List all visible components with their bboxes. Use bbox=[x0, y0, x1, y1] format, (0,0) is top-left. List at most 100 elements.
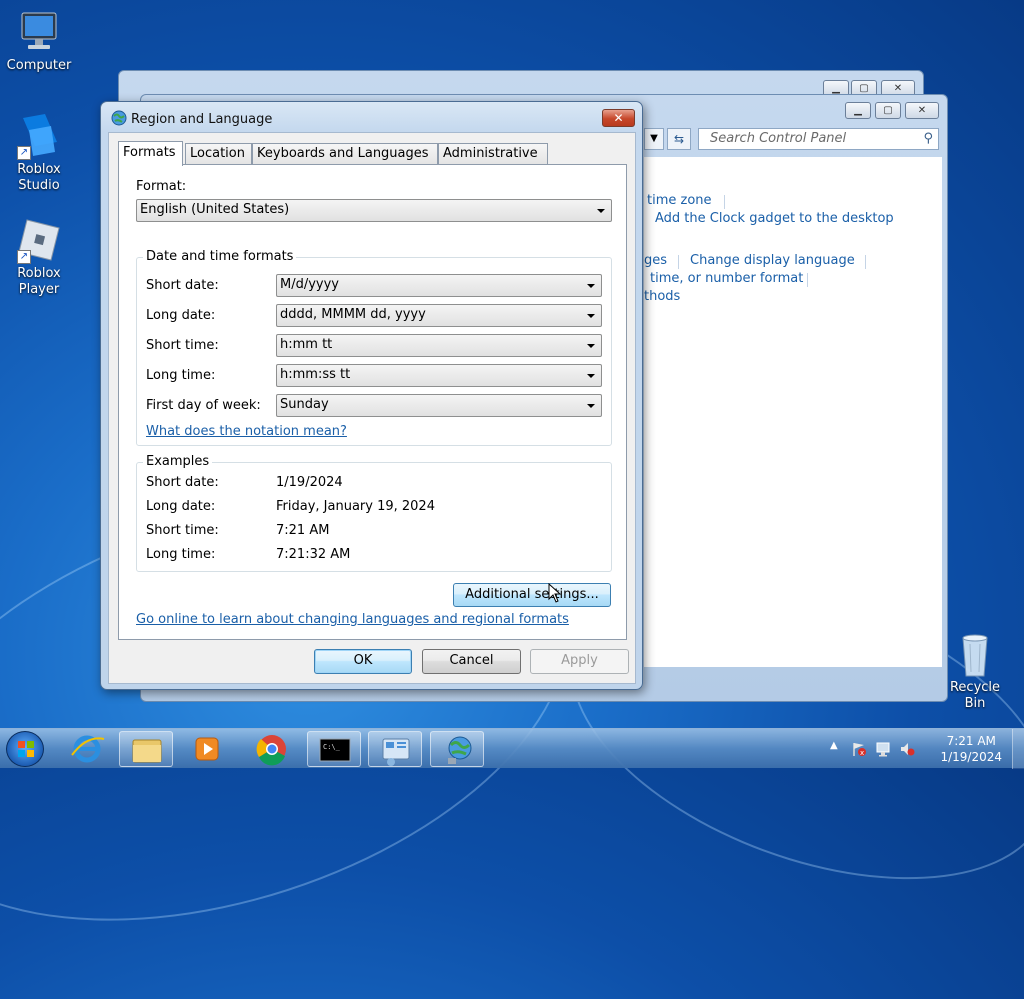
desktop-icon-label: Roblox Studio bbox=[17, 162, 61, 193]
terminal-icon: C:\_ bbox=[319, 738, 351, 762]
example-short-time-label: Short time: bbox=[146, 523, 219, 538]
example-long-date-value: Friday, January 19, 2024 bbox=[276, 499, 435, 514]
close-button[interactable]: ✕ bbox=[905, 102, 939, 119]
link-separator bbox=[678, 255, 679, 269]
tab-keyboards-languages[interactable]: Keyboards and Languages bbox=[252, 143, 438, 165]
chevron-down-icon bbox=[587, 284, 595, 288]
shortcut-arrow-icon: ↗ bbox=[17, 146, 31, 160]
action-center-flag-icon[interactable]: x bbox=[851, 741, 867, 757]
windows-logo-icon bbox=[18, 741, 34, 757]
clock-time: 7:21 AM bbox=[946, 734, 996, 748]
taskbar-command-prompt[interactable]: C:\_ bbox=[307, 731, 361, 767]
link-time-zone[interactable]: time zone bbox=[647, 193, 712, 208]
example-long-time-value: 7:21:32 AM bbox=[276, 547, 351, 562]
svg-text:x: x bbox=[860, 749, 864, 757]
recycle-bin-icon bbox=[951, 630, 999, 678]
date-time-formats-group: Date and time formats Short date: M/d/yy… bbox=[136, 249, 612, 446]
apply-button[interactable]: Apply bbox=[530, 649, 629, 674]
cancel-button[interactable]: Cancel bbox=[422, 649, 521, 674]
format-label: Format: bbox=[136, 179, 187, 194]
close-button[interactable]: ✕ bbox=[602, 109, 635, 127]
chrome-icon bbox=[256, 735, 286, 766]
link-input-methods[interactable]: thods bbox=[644, 289, 680, 304]
computer-icon bbox=[15, 8, 63, 56]
chevron-down-icon bbox=[587, 404, 595, 408]
taskbar-internet-explorer[interactable] bbox=[60, 731, 114, 767]
search-box[interactable]: Search Control Panel ⚲ bbox=[698, 128, 939, 150]
svg-text:C:\_: C:\_ bbox=[323, 743, 341, 751]
volume-muted-icon[interactable] bbox=[899, 741, 915, 757]
long-time-label: Long time: bbox=[146, 368, 216, 383]
control-panel-content: time zone Add the Clock gadget to the de… bbox=[644, 157, 942, 667]
tab-administrative[interactable]: Administrative bbox=[438, 143, 548, 165]
media-player-icon bbox=[195, 737, 219, 761]
short-time-value: h:mm tt bbox=[280, 337, 333, 352]
taskbar-clock[interactable]: 7:21 AM 1/19/2024 bbox=[940, 733, 1002, 765]
short-time-label: Short time: bbox=[146, 338, 219, 353]
short-date-select[interactable]: M/d/yyyy bbox=[276, 274, 602, 297]
long-time-select[interactable]: h:mm:ss tt bbox=[276, 364, 602, 387]
start-button[interactable] bbox=[6, 731, 44, 767]
short-date-value: M/d/yyyy bbox=[280, 277, 340, 292]
online-help-link[interactable]: Go online to learn about changing langua… bbox=[136, 612, 569, 627]
maximize-button[interactable]: ▢ bbox=[875, 102, 901, 119]
first-day-select[interactable]: Sunday bbox=[276, 394, 602, 417]
globe-icon bbox=[111, 110, 127, 126]
close-icon: ✕ bbox=[613, 111, 624, 125]
taskbar-chrome[interactable] bbox=[245, 731, 299, 767]
taskbar: C:\_ ▲ x 7:21 AM 1/19/2024 bbox=[0, 728, 1024, 769]
clock-date: 1/19/2024 bbox=[940, 750, 1002, 764]
link-number-format[interactable]: time, or number format bbox=[650, 271, 803, 286]
link-change-display-language[interactable]: Change display language bbox=[690, 253, 855, 268]
short-time-select[interactable]: h:mm tt bbox=[276, 334, 602, 357]
control-panel-icon bbox=[382, 738, 410, 766]
minimize-button[interactable]: ▁ bbox=[845, 102, 871, 119]
desktop-icon-roblox-studio[interactable]: ↗ Roblox Studio bbox=[0, 112, 78, 194]
taskbar-region-language[interactable] bbox=[430, 731, 484, 767]
link-separator bbox=[724, 195, 725, 209]
address-dropdown-button[interactable]: ▼ bbox=[644, 128, 664, 150]
long-date-select[interactable]: dddd, MMMM dd, yyyy bbox=[276, 304, 602, 327]
ok-button[interactable]: OK bbox=[314, 649, 412, 674]
roblox-player-icon: ↗ bbox=[15, 216, 63, 264]
short-date-label: Short date: bbox=[146, 278, 219, 293]
examples-group: Examples Short date: 1/19/2024 Long date… bbox=[136, 454, 612, 572]
link-separator bbox=[865, 255, 866, 269]
show-desktop-button[interactable] bbox=[1012, 729, 1024, 769]
network-icon[interactable] bbox=[875, 741, 891, 757]
shortcut-arrow-icon: ↗ bbox=[17, 250, 31, 264]
folder-icon bbox=[132, 739, 162, 763]
link-clock-gadget[interactable]: Add the Clock gadget to the desktop bbox=[655, 211, 894, 226]
chevron-down-icon bbox=[597, 209, 605, 213]
dialog-title: Region and Language bbox=[131, 112, 273, 127]
long-time-value: h:mm:ss tt bbox=[280, 367, 351, 382]
group-title: Date and time formats bbox=[143, 249, 297, 264]
format-value: English (United States) bbox=[140, 202, 290, 217]
additional-settings-button[interactable]: Additional settings... bbox=[453, 583, 611, 607]
desktop-icon-computer[interactable]: Computer bbox=[0, 8, 78, 74]
taskbar-media-player[interactable] bbox=[180, 731, 234, 767]
chevron-down-icon bbox=[587, 344, 595, 348]
search-icon: ⚲ bbox=[923, 131, 933, 146]
desktop-icon-roblox-player[interactable]: ↗ Roblox Player bbox=[0, 216, 78, 298]
format-select[interactable]: English (United States) bbox=[136, 199, 612, 222]
link-languages[interactable]: ges bbox=[644, 253, 667, 268]
show-hidden-icons-icon[interactable]: ▲ bbox=[830, 740, 838, 751]
tab-formats[interactable]: Formats bbox=[118, 141, 183, 166]
desktop-icon-label: Roblox Player bbox=[17, 266, 61, 297]
link-separator bbox=[807, 273, 808, 287]
formats-panel: Format: English (United States) Date and… bbox=[118, 164, 627, 640]
long-date-label: Long date: bbox=[146, 308, 216, 323]
chevron-down-icon bbox=[587, 314, 595, 318]
long-date-value: dddd, MMMM dd, yyyy bbox=[280, 307, 426, 322]
first-day-value: Sunday bbox=[280, 397, 329, 412]
desktop-icon-label: Recycle Bin bbox=[949, 680, 1001, 711]
taskbar-control-panel[interactable] bbox=[368, 731, 422, 767]
example-short-date-value: 1/19/2024 bbox=[276, 475, 343, 490]
tab-location[interactable]: Location bbox=[185, 143, 252, 165]
search-placeholder: Search Control Panel bbox=[710, 131, 847, 146]
taskbar-file-explorer[interactable] bbox=[119, 731, 173, 767]
notation-link[interactable]: What does the notation mean? bbox=[146, 424, 347, 439]
refresh-button[interactable]: ⇆ bbox=[667, 128, 691, 150]
mouse-cursor-icon bbox=[548, 582, 562, 603]
